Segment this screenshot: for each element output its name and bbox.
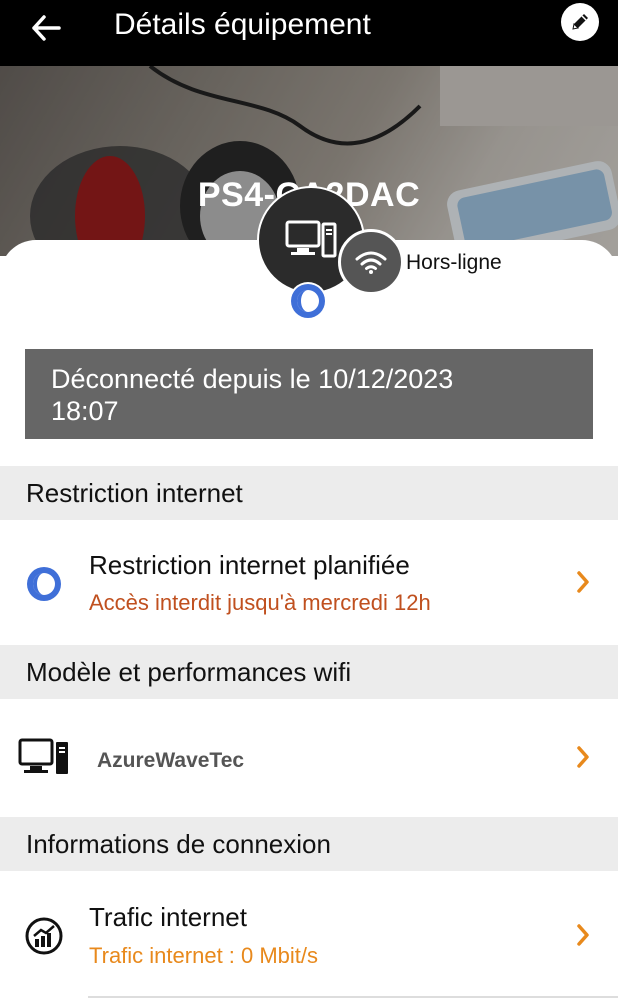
model-name: AzureWaveTec [97, 749, 245, 772]
restriction-title: Restriction internet planifiée [89, 550, 410, 580]
desktop-computer-icon [285, 220, 337, 258]
restriction-subtitle: Accès interdit jusqu'à mercredi 12h [89, 590, 431, 615]
model-row[interactable]: AzureWaveTec [0, 699, 618, 815]
wifi-icon [355, 251, 387, 274]
pencil-icon [572, 14, 588, 30]
disconnected-date: Déconnecté depuis le 10/12/2023 [51, 364, 454, 394]
section-header-connection: Informations de connexion [0, 817, 618, 871]
clock-schedule-icon [27, 567, 61, 601]
traffic-subtitle: Trafic internet : 0 Mbit/s [89, 943, 319, 968]
restriction-row[interactable]: Restriction internet planifiée Accès int… [0, 520, 618, 644]
disconnected-banner: Déconnecté depuis le 10/12/2023 18:07 [25, 349, 593, 439]
clock-schedule-icon [291, 284, 325, 318]
traffic-title: Trafic internet [89, 902, 247, 932]
status-label: Hors-ligne [406, 251, 502, 274]
arrow-left-icon [32, 15, 61, 41]
top-app-bar: Détails équipement [0, 0, 618, 66]
chevron-right-icon [577, 571, 589, 593]
page-title: Détails équipement [114, 8, 371, 41]
traffic-chart-icon [25, 917, 63, 955]
traffic-row[interactable]: Trafic internet Trafic internet : 0 Mbit… [0, 871, 618, 996]
edit-button[interactable] [561, 3, 599, 41]
disconnected-time: 18:07 [51, 396, 119, 426]
section-header-restriction: Restriction internet [0, 466, 618, 520]
schedule-badge [289, 282, 327, 320]
chevron-right-icon [577, 924, 589, 946]
row-divider [88, 996, 618, 998]
chevron-right-icon [577, 746, 589, 768]
connection-type-badge [338, 229, 404, 295]
desktop-computer-icon [18, 738, 68, 774]
back-button[interactable] [26, 8, 66, 48]
section-header-model: Modèle et performances wifi [0, 645, 618, 699]
